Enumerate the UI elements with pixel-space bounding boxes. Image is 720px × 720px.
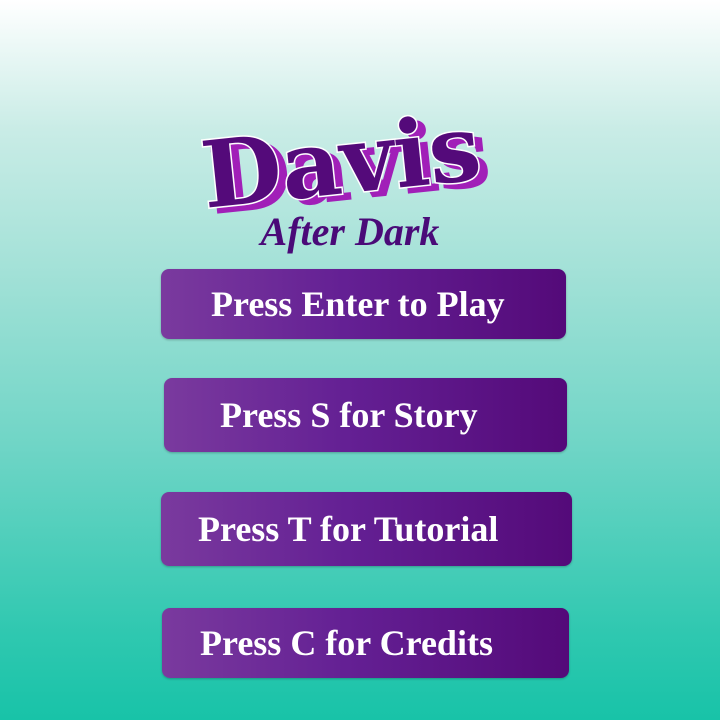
play-button[interactable]: Press Enter to Play <box>161 269 566 339</box>
story-button-label: Press S for Story <box>220 395 478 435</box>
tutorial-button-label: Press T for Tutorial <box>198 509 499 549</box>
play-button-label: Press Enter to Play <box>211 284 505 324</box>
credits-button[interactable]: Press C for Credits <box>162 608 569 678</box>
game-subtitle: After Dark <box>260 209 440 254</box>
tutorial-button[interactable]: Press T for Tutorial <box>161 492 572 566</box>
credits-button-label: Press C for Credits <box>200 623 493 663</box>
story-button[interactable]: Press S for Story <box>164 378 567 452</box>
game-logo: Davis Davis <box>190 92 520 236</box>
